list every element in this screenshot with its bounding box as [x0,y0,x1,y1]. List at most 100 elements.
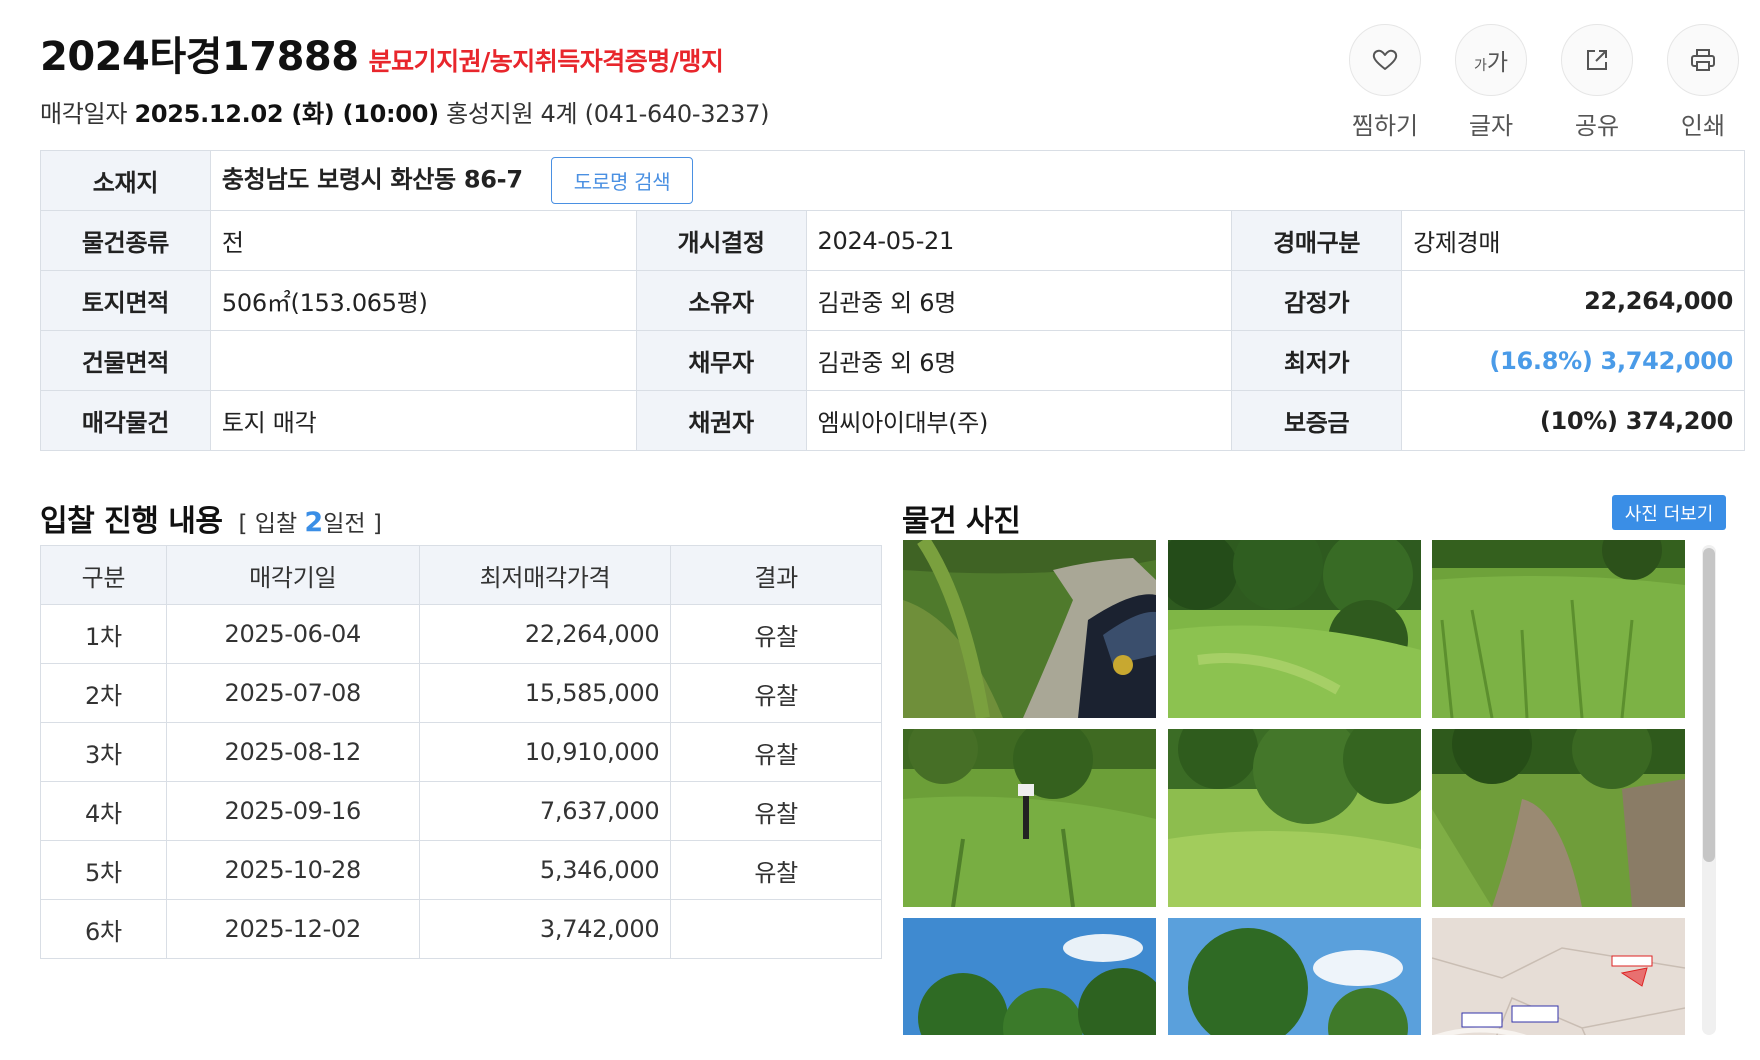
round-cell: 4차 [40,781,167,841]
road-search-button[interactable]: 도로명 검색 [550,157,694,204]
info-label: 감정가 [1231,270,1403,331]
price-cell: 22,264,000 [418,604,672,664]
header-actions: 찜하기 가가 글자 공유 인쇄 [1348,24,1740,141]
date-cell: 2025-12-02 [165,899,420,959]
info-row: 매각물건 토지 매각 채권자 엠씨아이대부(주) 보증금 (10%) 374,2… [40,390,1745,451]
print-button[interactable]: 인쇄 [1666,24,1740,141]
share-button[interactable]: 공유 [1560,24,1634,141]
info-label: 물건종류 [40,210,211,271]
info-label: 매각물건 [40,390,211,451]
favorite-label: 찜하기 [1351,112,1419,140]
property-photo[interactable] [1432,729,1685,907]
days-suffix: 일전 ] [323,511,382,537]
case-number: 2024타경17888 [40,34,359,80]
info-value: 전 [209,210,637,271]
date-cell: 2025-08-12 [165,722,420,782]
price-cell: 3,742,000 [418,899,672,959]
days-until-bid: [ 입찰 2일전 ] [239,504,382,538]
property-photo[interactable] [1432,540,1685,718]
price-cell: 10,910,000 [418,722,672,782]
info-label: 경매구분 [1231,210,1403,271]
price-cell: 7,637,000 [418,781,672,841]
result-cell: 유찰 [670,722,882,782]
font-size-button[interactable]: 가가 글자 [1454,24,1528,141]
column-header: 결과 [670,545,882,605]
table-row: 4차 2025-09-16 7,637,000 유찰 [40,781,882,841]
info-value: 엠씨아이대부(주) [805,390,1233,451]
result-cell: 유찰 [670,840,882,900]
column-header: 구분 [40,545,167,605]
info-label: 채무자 [635,330,807,391]
appraisal-value: 22,264,000 [1401,270,1745,331]
date-cell: 2025-10-28 [165,840,420,900]
column-header: 최저매각가격 [418,545,672,605]
bid-section-header: 입찰 진행 내용 [ 입찰 2일전 ] [40,496,382,540]
heart-icon [1349,24,1421,96]
font-size-icon: 가가 [1455,24,1527,96]
sale-label: 매각일자 [40,100,128,128]
font-size-label: 글자 [1468,112,1514,140]
result-cell [670,899,882,959]
date-cell: 2025-06-04 [165,604,420,664]
info-label: 채권자 [635,390,807,451]
bid-header-row: 구분 매각기일 최저매각가격 결과 [40,545,882,605]
print-icon [1667,24,1739,96]
photo-scrollbar[interactable] [1695,545,1719,1035]
property-photo[interactable] [903,540,1156,718]
result-cell: 유찰 [670,604,882,664]
property-photo[interactable] [1168,729,1421,907]
property-info-table: 소재지 충청남도 보령시 화산동 86-7 도로명 검색 물건종류 전 개시결정… [40,150,1746,451]
property-photo[interactable] [1432,918,1685,1035]
date-cell: 2025-07-08 [165,663,420,723]
share-icon [1561,24,1633,96]
bid-history-table: 구분 매각기일 최저매각가격 결과 1차 2025-06-04 22,264,0… [40,545,882,959]
info-label: 토지면적 [40,270,211,331]
photo-grid [903,540,1686,1035]
round-cell: 2차 [40,663,167,723]
info-row: 토지면적 506㎡(153.065평) 소유자 김관중 외 6명 감정가 22,… [40,270,1745,331]
property-photo[interactable] [1168,540,1421,718]
font-glyph-large: 가 [1486,50,1509,76]
deposit-value: (10%) 374,200 [1401,390,1745,451]
address-value: 충청남도 보령시 화산동 86-7 [221,165,523,194]
favorite-button[interactable]: 찜하기 [1348,24,1422,141]
info-value: 강제경매 [1401,210,1745,271]
info-label: 건물면적 [40,330,211,391]
round-cell: 1차 [40,604,167,664]
round-cell: 3차 [40,722,167,782]
print-label: 인쇄 [1680,112,1726,140]
bid-section-title: 입찰 진행 내용 [40,504,223,539]
round-cell: 5차 [40,840,167,900]
table-row: 1차 2025-06-04 22,264,000 유찰 [40,604,882,664]
info-label: 보증금 [1231,390,1403,451]
table-row: 3차 2025-08-12 10,910,000 유찰 [40,722,882,782]
column-header: 매각기일 [165,545,420,605]
result-cell: 유찰 [670,663,882,723]
sale-datetime: 2025.12.02 (화) (10:00) [134,100,439,128]
address-row: 소재지 충청남도 보령시 화산동 86-7 도로명 검색 [40,150,1746,211]
table-row: 6차 2025-12-02 3,742,000 [40,899,882,959]
font-glyph-small: 가 [1473,58,1487,74]
property-photo[interactable] [1168,918,1421,1035]
table-row: 2차 2025-07-08 15,585,000 유찰 [40,663,882,723]
minimum-price-value: (16.8%) 3,742,000 [1401,330,1745,391]
price-cell: 15,585,000 [418,663,672,723]
info-label: 최저가 [1231,330,1403,391]
date-cell: 2025-09-16 [165,781,420,841]
info-value: 김관중 외 6명 [805,270,1233,331]
price-cell: 5,346,000 [418,840,672,900]
scrollbar-thumb[interactable] [1703,548,1715,862]
info-value: 506㎡(153.065평) [209,270,637,331]
info-label: 개시결정 [635,210,807,271]
more-photos-button[interactable]: 사진 더보기 [1612,495,1726,530]
info-label: 소유자 [635,270,807,331]
address-cell: 충청남도 보령시 화산동 86-7 도로명 검색 [209,150,1746,211]
property-photo[interactable] [903,918,1156,1035]
info-row: 물건종류 전 개시결정 2024-05-21 경매구분 강제경매 [40,210,1745,271]
info-value: 김관중 외 6명 [805,330,1233,391]
property-photo[interactable] [903,729,1156,907]
share-label: 공유 [1574,112,1620,140]
case-tags: 분묘기지권/농지취득자격증명/맹지 [368,47,724,76]
court-info: 홍성지원 4계 (041-640-3237) [446,100,770,128]
address-label: 소재지 [40,150,211,211]
